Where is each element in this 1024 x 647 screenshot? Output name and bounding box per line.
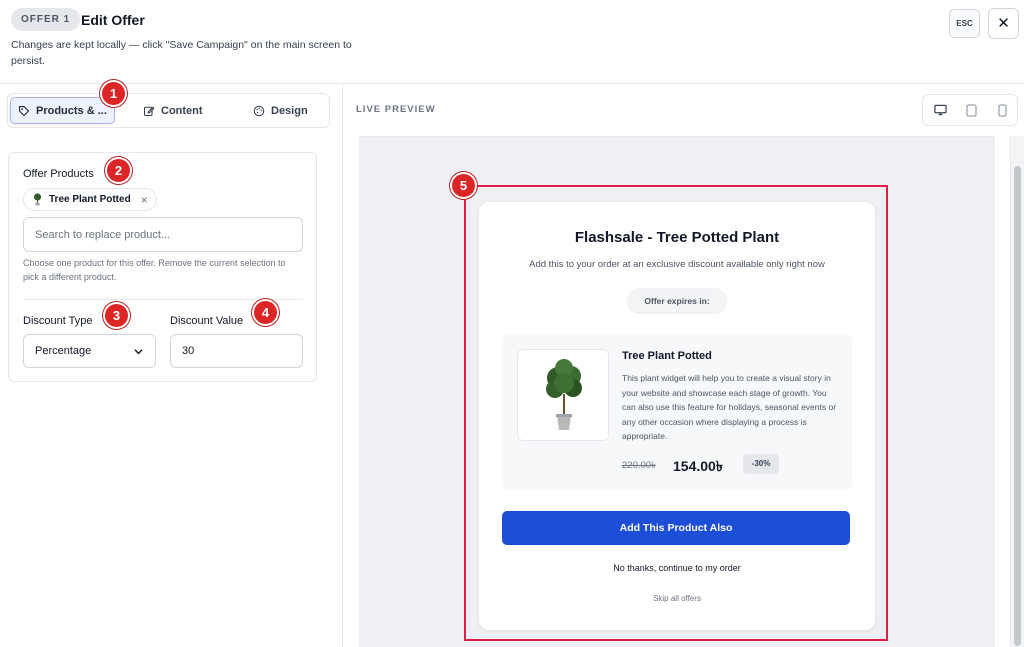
callout-marker: 1	[100, 80, 127, 107]
tab-label: Content	[161, 104, 203, 117]
discount-type-label: Discount Type	[23, 315, 93, 327]
discount-badge: -30%	[743, 454, 779, 474]
offer-products-card: Offer Products Tree Plant Potted × Choos…	[8, 152, 317, 382]
decline-offer-link[interactable]: No thanks, continue to my order	[479, 563, 875, 573]
offer-subtitle: Add this to your order at an exclusive d…	[529, 259, 825, 270]
callout-marker: 3	[103, 302, 130, 329]
page-title: Edit Offer	[81, 12, 145, 28]
product-name: Tree Plant Potted	[622, 350, 712, 362]
add-product-button[interactable]: Add This Product Also	[502, 511, 850, 545]
callout-marker: 4	[252, 299, 279, 326]
discount-value-label: Discount Value	[170, 315, 244, 327]
offer-products-label: Offer Products	[23, 168, 94, 180]
selected-product-name: Tree Plant Potted	[49, 194, 131, 205]
remove-product-icon[interactable]: ×	[141, 193, 148, 207]
edit-icon	[143, 106, 155, 116]
mobile-icon	[997, 103, 1007, 117]
product-search-input[interactable]	[23, 217, 303, 252]
live-preview-panel: LIVE PREVIEW Flashsale - Tree Potted Pla…	[343, 84, 1024, 647]
offer-badge: OFFER 1	[11, 8, 81, 31]
product-description: This plant widget will help you to creat…	[622, 373, 837, 441]
close-icon: ✕	[997, 15, 1010, 32]
offer-preview-card: Flashsale - Tree Potted Plant Add this t…	[479, 202, 875, 630]
preview-scrollbar[interactable]	[1010, 136, 1024, 647]
discount-type-select[interactable]: Percentage	[23, 334, 156, 368]
tablet-view-button[interactable]	[959, 99, 983, 121]
potted-tree-illustration	[546, 359, 582, 430]
offer-settings-panel: Products & ... Content Design Offer Prod…	[0, 80, 343, 647]
esc-button[interactable]: ESC	[949, 9, 980, 38]
palette-icon	[253, 105, 265, 116]
tab-label: Design	[271, 104, 308, 117]
callout-marker: 2	[105, 157, 132, 184]
dialog-header: OFFER 1 Edit Offer Changes are kept loca…	[0, 0, 1024, 84]
mobile-view-button[interactable]	[990, 99, 1014, 121]
product-image	[517, 349, 609, 441]
product-help-text: Choose one product for this offer. Remov…	[23, 258, 286, 282]
tablet-icon	[965, 103, 977, 117]
header-subtitle: Changes are kept locally — click "Save C…	[11, 39, 352, 67]
live-preview-label: LIVE PREVIEW	[356, 104, 436, 115]
offer-title: Flashsale - Tree Potted Plant	[574, 229, 780, 246]
plant-thumbnail-icon	[33, 193, 42, 206]
tag-icon	[18, 105, 30, 116]
discount-value-input[interactable]	[170, 334, 303, 368]
desktop-icon	[933, 104, 947, 116]
desktop-view-button[interactable]	[928, 99, 952, 121]
discount-type-value: Percentage	[35, 345, 92, 357]
device-toggle	[922, 94, 1018, 126]
tab-products[interactable]: Products & ...	[10, 97, 115, 124]
tab-label: Products & ...	[36, 104, 107, 117]
close-button[interactable]: ✕	[988, 8, 1019, 39]
tab-design[interactable]: Design	[246, 97, 315, 124]
discounted-price: 154.00৳	[673, 458, 723, 474]
settings-tabs: Products & ... Content Design	[7, 93, 330, 128]
selected-product-chip: Tree Plant Potted ×	[23, 188, 157, 211]
scrollbar-thumb[interactable]	[1014, 166, 1021, 646]
offer-expiry-badge: Offer expires in:	[627, 288, 727, 314]
skip-all-offers-link[interactable]: Skip all offers	[479, 594, 875, 603]
offer-product-box: Tree Plant Potted This plant widget will…	[502, 334, 852, 490]
chevron-down-icon	[134, 348, 143, 354]
callout-marker: 5	[450, 172, 477, 199]
tab-content[interactable]: Content	[136, 97, 210, 124]
original-price: 220.00৳	[622, 460, 656, 471]
